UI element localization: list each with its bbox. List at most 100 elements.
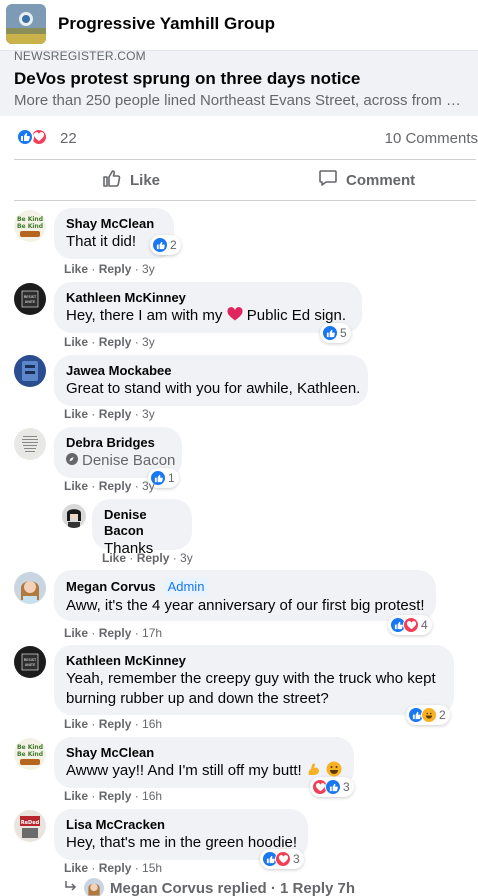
like-reaction-icon: [325, 779, 341, 795]
reaction-count: 2: [439, 708, 446, 722]
thumbs-up-icon: [102, 168, 122, 192]
group-header: Progressive Yamhill Group: [0, 0, 478, 50]
like-link[interactable]: Like: [64, 717, 88, 731]
reply-link[interactable]: Reply: [99, 479, 132, 493]
reaction-count: 3: [343, 780, 350, 794]
avatar[interactable]: [14, 428, 46, 460]
group-avatar[interactable]: [6, 4, 46, 44]
commenter-name[interactable]: Kathleen McKinney: [66, 290, 350, 306]
comment-meta: Like · Reply · 3y: [64, 479, 155, 493]
reply-link[interactable]: Reply: [99, 789, 132, 803]
comment-time[interactable]: 3y: [142, 262, 155, 276]
comment-button[interactable]: Comment: [318, 160, 415, 200]
like-reaction-icon: [322, 325, 338, 341]
comment-time[interactable]: 3y: [180, 551, 193, 565]
view-replies-link[interactable]: Megan Corvus replied · 1 Reply 7h: [64, 878, 355, 896]
commenter-name[interactable]: Debra Bridges: [66, 435, 170, 451]
commenter-name[interactable]: Megan Corvus: [66, 579, 156, 595]
avatar[interactable]: RESIST UNITE: [14, 283, 46, 315]
reply-link[interactable]: Reply: [99, 626, 132, 640]
comment-bubble: Megan Corvus Admin Aww, it's the 4 year …: [54, 570, 436, 621]
comment-text: Hey, that's me in the green hoodie!: [66, 834, 298, 851]
comment-icon: [318, 168, 338, 192]
tag-icon: [66, 451, 78, 471]
reply-arrow-icon: [64, 879, 78, 896]
commenter-name[interactable]: Kathleen McKinney: [66, 653, 442, 669]
commenter-name[interactable]: Jawea Mockabee: [66, 363, 356, 379]
haha-reaction-icon: [421, 707, 437, 723]
like-button[interactable]: Like: [102, 160, 160, 200]
reply-link[interactable]: Reply: [99, 861, 132, 875]
comment-bubble: Jawea Mockabee Great to stand with you f…: [54, 355, 368, 406]
comment-reactions[interactable]: 2: [406, 705, 450, 725]
comment-text: That it did!: [66, 233, 137, 250]
like-link[interactable]: Like: [102, 551, 126, 565]
comment-bubble: Denise Bacon Thanks: [92, 499, 192, 557]
commenter-name[interactable]: Shay McClean: [66, 216, 162, 232]
avatar[interactable]: Be Kind Be Kind: [14, 210, 46, 242]
comment-time[interactable]: 17h: [142, 626, 162, 640]
reply-link[interactable]: Reply: [99, 407, 132, 421]
commenter-name[interactable]: Lisa McCracken: [66, 817, 296, 833]
link-domain: NEWSREGISTER.COM: [14, 49, 146, 63]
comment-time[interactable]: 16h: [142, 789, 162, 803]
comment-time[interactable]: 15h: [142, 861, 162, 875]
commenter-name[interactable]: Shay McClean: [66, 745, 342, 761]
avatar[interactable]: Be Kind Be Kind: [14, 738, 46, 770]
svg-text:UNITE: UNITE: [25, 300, 36, 304]
replied-text: Megan Corvus replied · 1 Reply 7h: [110, 879, 356, 896]
avatar[interactable]: [62, 504, 86, 528]
svg-text:Be Kind: Be Kind: [17, 744, 43, 751]
comment-meta: Like · Reply · 16h: [64, 789, 163, 803]
like-reaction-icon: [152, 237, 168, 253]
avatar[interactable]: ReDed: [14, 810, 46, 842]
reply-link[interactable]: Reply: [99, 717, 132, 731]
avatar[interactable]: [14, 355, 46, 387]
comment-time[interactable]: 3y: [142, 407, 155, 421]
comment-reactions[interactable]: 3: [310, 777, 354, 797]
like-link[interactable]: Like: [64, 479, 88, 493]
link-description: More than 250 people lined Northeast Eva…: [14, 92, 469, 109]
reaction-count[interactable]: 22: [60, 130, 77, 147]
reaction-icons[interactable]: [16, 128, 48, 146]
comment-text-part: Public Ed sign.: [246, 307, 347, 324]
reply-link[interactable]: Reply: [137, 551, 170, 565]
reply-link[interactable]: Reply: [99, 335, 132, 349]
comment-text-line: Yeah, remember the creepy guy with the t…: [66, 670, 436, 687]
comment-time[interactable]: 3y: [142, 479, 155, 493]
reply-link[interactable]: Reply: [99, 262, 132, 276]
avatar[interactable]: [14, 572, 46, 604]
like-link[interactable]: Like: [64, 861, 88, 875]
post-actions: Like Comment: [0, 160, 478, 200]
comment-text: Hey, there I am with my Public Ed sign.: [66, 306, 350, 328]
group-name[interactable]: Progressive Yamhill Group: [58, 14, 275, 34]
like-link[interactable]: Like: [64, 407, 88, 421]
like-button-label: Like: [130, 171, 161, 189]
commenter-name[interactable]: Denise Bacon: [104, 507, 180, 539]
reaction-stack: [390, 617, 419, 633]
comments-count[interactable]: 10 Comments: [385, 130, 478, 147]
like-link[interactable]: Like: [64, 789, 88, 803]
svg-text:ReDed: ReDed: [21, 820, 40, 826]
reaction-stack: [312, 779, 341, 795]
reactions-summary: 22 10 Comments: [0, 126, 478, 152]
comment-text-part: Hey, there I am with my: [66, 307, 223, 324]
heart-emoji-icon: [227, 307, 243, 328]
like-link[interactable]: Like: [64, 335, 88, 349]
link-title[interactable]: DeVos protest sprung on three days notic…: [14, 69, 360, 89]
comment-meta: Like · Reply · 17h: [64, 626, 163, 640]
comment-reactions[interactable]: 2: [150, 235, 181, 255]
comment-reactions[interactable]: 3: [260, 849, 304, 869]
comment-text-part: Awww yay!! And I'm still off my butt!: [66, 762, 302, 779]
avatar[interactable]: RESIST UNITE: [14, 646, 46, 678]
comment-time[interactable]: 16h: [142, 717, 162, 731]
comment-meta: Like · Reply · 3y: [64, 262, 155, 276]
comment-reactions[interactable]: 4: [388, 615, 432, 635]
like-link[interactable]: Like: [64, 626, 88, 640]
comment-reactions[interactable]: 5: [320, 323, 351, 343]
comment-text-line: burning rubber up and down the street?: [66, 690, 329, 707]
commenter-header: Megan Corvus Admin: [66, 578, 424, 596]
link-preview-card[interactable]: NEWSREGISTER.COM DeVos protest sprung on…: [0, 49, 478, 116]
comment-time[interactable]: 3y: [142, 335, 155, 349]
like-link[interactable]: Like: [64, 262, 88, 276]
